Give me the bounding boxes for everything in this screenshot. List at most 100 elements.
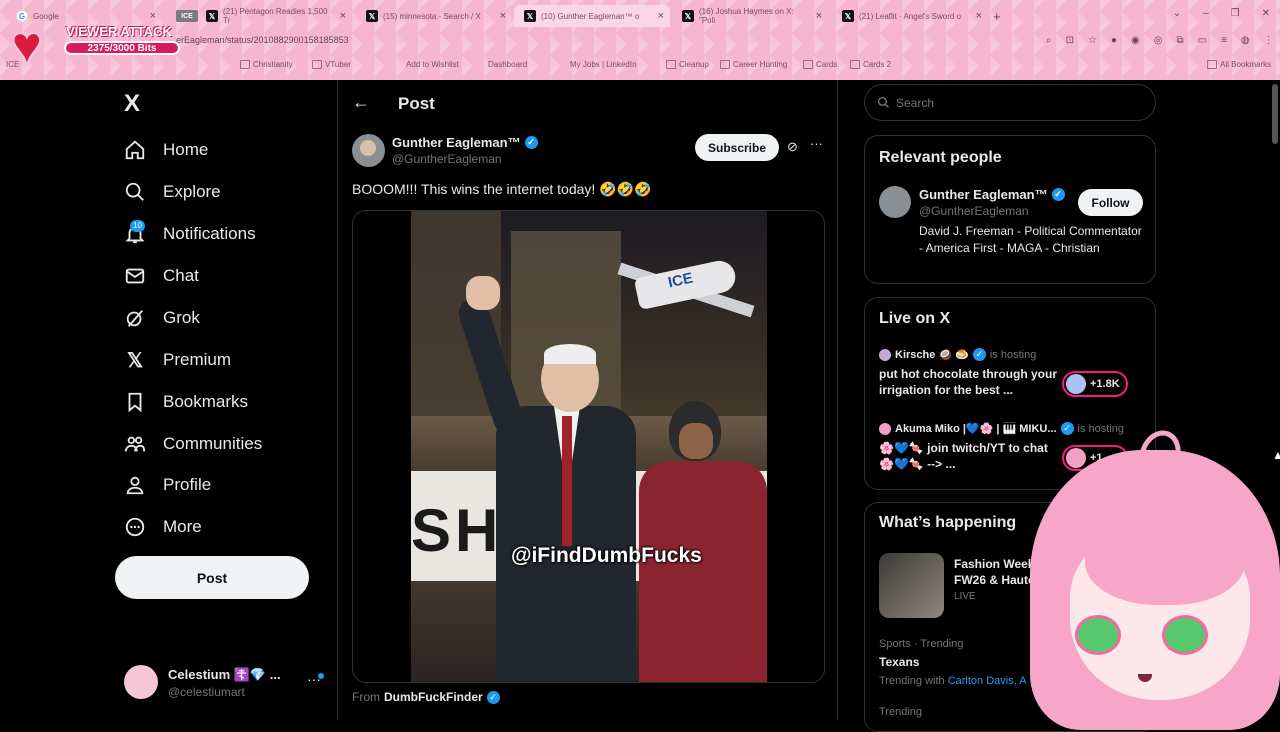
bookmark-dashboard[interactable]: Dashboard <box>488 60 527 69</box>
trend-item[interactable]: Trending <box>879 706 922 718</box>
restore-icon[interactable]: ❐ <box>1231 8 1240 19</box>
subscribe-button[interactable]: Subscribe <box>695 134 779 161</box>
x-premium-icon: 𝕏 <box>126 349 144 372</box>
address-bar[interactable]: erEagleman/status/2010882900158185853 ⌕ ⊡… <box>56 32 1280 54</box>
search-input[interactable]: Search <box>864 84 1156 121</box>
extension-icon[interactable]: ◉ <box>1131 35 1140 46</box>
close-icon[interactable]: × <box>500 10 506 22</box>
menu-icon[interactable]: ≡ <box>1221 35 1227 46</box>
right-eye <box>1162 615 1208 655</box>
nav-explore[interactable]: Explore <box>124 181 221 203</box>
avatar[interactable] <box>879 186 911 218</box>
bookmark-cards2[interactable]: Cards 2 <box>850 60 891 69</box>
new-tab-button[interactable]: + <box>993 9 1001 24</box>
page-title: Post <box>398 94 435 113</box>
author-avatar[interactable] <box>352 134 385 167</box>
x-icon: 𝕏 <box>206 10 218 22</box>
scrollbar[interactable] <box>1272 84 1278 144</box>
nav-label: Bookmarks <box>163 392 249 411</box>
bookmark-cards[interactable]: Cards <box>803 60 837 69</box>
post-media[interactable]: SH ICE @iFindDumbFucks <box>352 210 825 683</box>
live-listeners-pill[interactable]: +1.8K <box>1062 371 1128 397</box>
bookmarks-bar: ICE Christianity VTuber Add to Wishlist … <box>0 58 1280 76</box>
kebab-icon[interactable]: ⋮ <box>1264 35 1274 46</box>
person-bio: David J. Freeman - Political Commentator… <box>919 224 1142 255</box>
verified-icon: ✓ <box>972 348 986 361</box>
person-name[interactable]: Gunther Eagleman™ ✓ <box>919 187 1065 202</box>
bookmark-icon <box>124 391 146 413</box>
x-icon: 𝕏 <box>366 10 378 22</box>
compose-post-button[interactable]: Post <box>115 556 309 599</box>
folder-icon <box>666 60 676 69</box>
bookmark-all[interactable]: All Bookmarks <box>1207 60 1271 69</box>
bookmark-career[interactable]: Career Hunting <box>720 60 787 69</box>
bookmark-linkedin[interactable]: My Jobs | LinkedIn <box>570 60 637 69</box>
account-switcher[interactable]: Celestium ☦️💎 ... @celestiumart ··· <box>124 665 328 701</box>
close-icon[interactable]: × <box>976 10 982 22</box>
minimize-icon[interactable]: – <box>1203 8 1209 19</box>
install-icon[interactable]: ⊡ <box>1066 35 1074 46</box>
close-icon[interactable]: × <box>816 10 822 22</box>
nav-chat[interactable]: Chat <box>124 265 199 287</box>
cartoon-plane: ICE <box>616 246 766 321</box>
tab-leaflit[interactable]: 𝕏 (21) Leaflit · Angel's Sword o × <box>832 5 988 27</box>
bookmark-vtuber[interactable]: VTuber <box>312 60 351 69</box>
browser-chrome: G Google × ICE 𝕏 (21) Pentagon Readies 1,50… <box>0 0 1280 80</box>
account-name: Celestium ☦️💎 ... <box>168 667 281 682</box>
tab-title: (16) Joshua Haymes on X: "Poli <box>699 7 794 25</box>
bookmark-wishlist[interactable]: Add to Wishlist <box>406 60 459 69</box>
tie <box>562 416 572 546</box>
trend-image[interactable] <box>879 553 944 618</box>
dropdown-icon[interactable]: ⌄ <box>1173 8 1181 19</box>
tab-haymes[interactable]: 𝕏 (16) Joshua Haymes on X: "Poli × <box>672 5 828 27</box>
author-handle[interactable]: @GuntherEagleman <box>392 152 502 166</box>
omnibox-icons: ⌕ ⊡ ☆ ● ◉ ◎ ⧉ ▭ ≡ ◍ ⋮ <box>1046 35 1274 46</box>
nav-label: Premium <box>163 350 232 369</box>
trend-category: Trending <box>879 706 923 718</box>
tab-minnesota[interactable]: 𝕏 (15) minnesota - Search / X × <box>356 5 512 27</box>
tab-gunther-active[interactable]: 𝕏 (10) Gunther Eagleman™ o × <box>514 5 670 27</box>
sidebar-icon[interactable]: ▭ <box>1198 35 1207 46</box>
jacket <box>639 461 767 682</box>
nav-communities[interactable]: Communities <box>124 433 262 455</box>
follow-button[interactable]: Follow <box>1078 189 1143 216</box>
person-handle[interactable]: @GuntherEagleman <box>919 204 1029 218</box>
back-arrow-icon[interactable]: ← <box>352 92 370 113</box>
bookmark-christianity[interactable]: Christianity <box>240 60 293 69</box>
more-icon[interactable]: ··· <box>810 136 823 151</box>
nav-bookmarks[interactable]: Bookmarks <box>124 391 248 413</box>
nav-profile[interactable]: Profile <box>124 474 211 496</box>
grok-icon[interactable]: ⊘ <box>787 139 798 155</box>
vtuber-avatar-overlay <box>1000 424 1280 730</box>
nav-premium[interactable]: 𝕏 Premium <box>124 349 232 372</box>
avatar <box>1066 374 1086 394</box>
extension-icon[interactable]: ◎ <box>1154 35 1163 46</box>
more-circle-icon <box>124 516 146 538</box>
star-icon[interactable]: ☆ <box>1088 35 1097 46</box>
zoom-icon[interactable]: ⌕ <box>1046 35 1052 46</box>
nav-home[interactable]: Home <box>124 139 208 161</box>
post-text: BOOOM!!! This wins the internet today! 🤣… <box>352 181 652 197</box>
url-text[interactable]: erEagleman/status/2010882900158185853 <box>176 35 349 45</box>
close-icon[interactable]: × <box>340 10 346 22</box>
tab-pentagon[interactable]: 𝕏 (21) Pentagon Readies 1,500 Tr × <box>196 5 352 27</box>
author-name[interactable]: Gunther Eagleman™ ✓ <box>392 135 538 150</box>
close-window-icon[interactable]: ✕ <box>1262 8 1270 19</box>
tab-title: (10) Gunther Eagleman™ o <box>541 11 640 21</box>
woman-figure <box>639 401 767 682</box>
search-icon <box>877 96 889 108</box>
media-image[interactable]: SH ICE @iFindDumbFucks <box>411 211 767 682</box>
tab-title: (15) minnesota - Search / X <box>383 11 481 21</box>
puzzle-icon[interactable]: ⧉ <box>1176 35 1183 46</box>
x-icon: 𝕏 <box>842 10 854 22</box>
profile-icon[interactable]: ◍ <box>1241 35 1250 46</box>
extension-icon[interactable]: ● <box>1111 35 1117 46</box>
x-logo-icon[interactable]: X <box>124 90 140 118</box>
close-icon[interactable]: × <box>658 10 664 22</box>
nav-grok[interactable]: Grok <box>124 307 200 329</box>
avatar <box>124 665 158 699</box>
bookmark-cleanup[interactable]: Cleanup <box>666 60 709 69</box>
source-account-link[interactable]: DumbFuckFinder <box>384 690 483 704</box>
nav-more[interactable]: More <box>124 516 202 538</box>
viewer-attack-overlay: ♥ VIEWER ATTACK 2375/3000 Bits <box>8 20 180 70</box>
